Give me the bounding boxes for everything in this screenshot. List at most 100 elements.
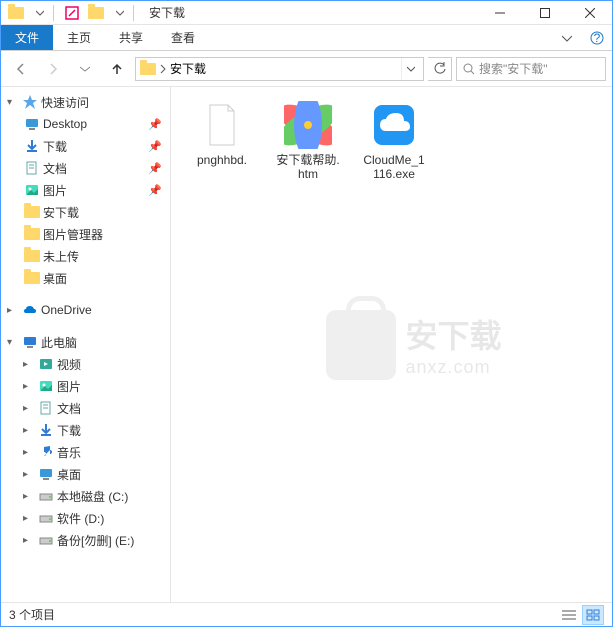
file-item[interactable]: CloudMe_1116.exe <box>357 97 431 186</box>
file-label: CloudMe_1116.exe <box>361 153 427 182</box>
desktop-icon <box>23 115 41 133</box>
address-bar[interactable]: 安下载 <box>135 57 424 81</box>
chevron-right-icon[interactable]: ▸ <box>23 381 35 392</box>
downloads-icon <box>37 421 55 439</box>
details-view-button[interactable] <box>558 605 580 625</box>
sidebar-item[interactable]: 图片管理器 <box>1 223 170 245</box>
sidebar-item[interactable]: 图片📌 <box>1 179 170 201</box>
sidebar-item-label: 桌面 <box>57 466 81 483</box>
minimize-button[interactable] <box>477 1 522 25</box>
file-item[interactable]: pnghhbd. <box>185 97 259 186</box>
recent-dropdown-icon[interactable] <box>71 55 99 83</box>
address-dropdown-icon[interactable] <box>401 58 419 80</box>
status-item-count: 3 个项目 <box>9 606 55 623</box>
watermark-en: anxz.com <box>406 357 502 378</box>
sidebar-item-label: Desktop <box>43 117 87 131</box>
properties-icon[interactable] <box>61 2 83 24</box>
pin-icon: 📌 <box>148 140 162 153</box>
maximize-button[interactable] <box>522 1 567 25</box>
music-icon <box>37 443 55 461</box>
sidebar-item-label: 下载 <box>57 422 81 439</box>
help-button[interactable]: ? <box>582 25 612 50</box>
chevron-right-icon[interactable]: ▸ <box>7 305 19 316</box>
drive-icon <box>37 487 55 505</box>
sidebar-item[interactable]: 下载📌 <box>1 135 170 157</box>
qat-separator <box>53 5 59 21</box>
sidebar-drive[interactable]: ▸软件 (D:) <box>1 507 170 529</box>
sidebar-onedrive[interactable]: ▸ OneDrive <box>1 299 170 321</box>
file-icon <box>198 101 246 149</box>
sidebar-item-label: 未上传 <box>43 248 79 265</box>
sidebar-item[interactable]: 桌面 <box>1 267 170 289</box>
chevron-right-icon <box>160 64 166 74</box>
sidebar-item-label: 音乐 <box>57 444 81 461</box>
view-switcher <box>558 605 604 625</box>
search-input[interactable]: 搜索"安下载" <box>456 57 606 81</box>
up-button[interactable] <box>103 55 131 83</box>
search-icon <box>463 63 475 75</box>
breadcrumb[interactable]: 安下载 <box>140 60 206 77</box>
icons-view-button[interactable] <box>582 605 604 625</box>
sidebar-item-label: 桌面 <box>43 270 67 287</box>
sidebar-drive[interactable]: ▸ 备份[勿删] (E:) <box>1 529 170 551</box>
chevron-down-icon[interactable]: ▾ <box>7 97 19 108</box>
sidebar-item[interactable]: 未上传 <box>1 245 170 267</box>
chevron-right-icon[interactable]: ▸ <box>23 513 35 524</box>
pin-icon: 📌 <box>148 184 162 197</box>
sidebar-quick-access[interactable]: ▾ 快速访问 <box>1 91 170 113</box>
chevron-right-icon[interactable]: ▸ <box>23 447 35 458</box>
sidebar-item-label: 备份[勿删] (E:) <box>57 532 134 549</box>
close-button[interactable] <box>567 1 612 25</box>
title-bar: 安下载 <box>1 1 612 25</box>
sidebar-item[interactable]: Desktop 📌 <box>1 113 170 135</box>
folder-icon-2 <box>85 2 107 24</box>
watermark: 安下载 anxz.com <box>326 310 502 380</box>
chevron-right-icon[interactable]: ▸ <box>23 425 35 436</box>
pin-icon: 📌 <box>148 118 162 131</box>
chevron-right-icon[interactable]: ▸ <box>23 469 35 480</box>
file-icon <box>370 101 418 149</box>
sidebar-drive[interactable]: ▸本地磁盘 (C:) <box>1 485 170 507</box>
sidebar-item[interactable]: ▸ 下载 <box>1 419 170 441</box>
tab-home[interactable]: 主页 <box>53 25 105 50</box>
file-item[interactable]: 安下载帮助.htm <box>271 97 345 186</box>
sidebar-item[interactable]: ▸ 音乐 <box>1 441 170 463</box>
watermark-cn: 安下载 <box>406 311 502 357</box>
sidebar-item-label: 文档 <box>43 160 67 177</box>
folder-icon <box>140 63 156 75</box>
sidebar-item[interactable]: ▸ 桌面 <box>1 463 170 485</box>
tab-share[interactable]: 共享 <box>105 25 157 50</box>
window-controls <box>477 1 612 25</box>
refresh-button[interactable] <box>428 57 452 81</box>
chevron-right-icon[interactable]: ▸ <box>23 491 35 502</box>
drive-icon <box>37 509 55 527</box>
bag-icon <box>326 310 396 380</box>
chevron-right-icon[interactable]: ▸ <box>23 403 35 414</box>
sidebar-item[interactable]: 文档📌 <box>1 157 170 179</box>
svg-text:?: ? <box>594 31 601 45</box>
sidebar-item[interactable]: ▸图片 <box>1 375 170 397</box>
sidebar-item-label: 图片管理器 <box>43 226 103 243</box>
documents-icon <box>37 399 55 417</box>
ribbon-expand-icon[interactable] <box>552 25 582 50</box>
forward-button[interactable] <box>39 55 67 83</box>
search-placeholder: 搜索"安下载" <box>479 60 548 77</box>
chevron-down-icon[interactable]: ▾ <box>7 337 19 348</box>
qat-dropdown-icon[interactable] <box>29 2 51 24</box>
sidebar-item[interactable]: ▸视频 <box>1 353 170 375</box>
chevron-right-icon[interactable]: ▸ <box>23 535 35 546</box>
sidebar-this-pc[interactable]: ▾ 此电脑 <box>1 331 170 353</box>
sidebar-item[interactable]: ▸文档 <box>1 397 170 419</box>
drive-icon <box>37 531 55 549</box>
navigation-pane: ▾ 快速访问 Desktop📌下载📌文档📌图片📌 安下载图片管理器未上传桌面 ▸… <box>1 87 171 602</box>
sidebar-item[interactable]: 安下载 <box>1 201 170 223</box>
tab-file[interactable]: 文件 <box>1 25 53 50</box>
tab-view[interactable]: 查看 <box>157 25 209 50</box>
chevron-right-icon[interactable]: ▸ <box>23 359 35 370</box>
pc-icon <box>21 333 39 351</box>
qat-dropdown-2-icon[interactable] <box>109 2 131 24</box>
back-button[interactable] <box>7 55 35 83</box>
sidebar-item-label: 安下载 <box>43 204 79 221</box>
breadcrumb-label: 安下载 <box>170 60 206 77</box>
file-list[interactable]: pnghhbd.安下载帮助.htm CloudMe_1116.exe 安下载 an… <box>171 87 612 602</box>
